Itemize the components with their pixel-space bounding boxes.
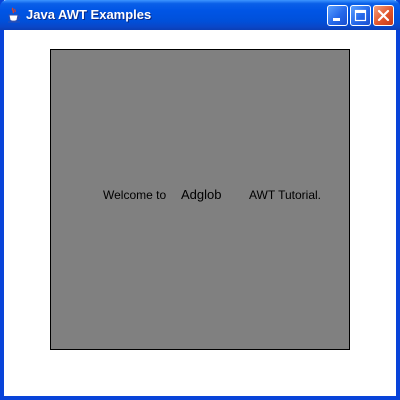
content-panel: Welcome to Adglob AWT Tutorial. [50, 49, 350, 350]
minimize-button[interactable] [327, 5, 348, 26]
brand-label: Adglob [181, 187, 222, 202]
title-bar[interactable]: Java AWT Examples [0, 0, 400, 30]
java-cup-icon[interactable] [6, 7, 22, 23]
window-title: Java AWT Examples [26, 7, 152, 22]
welcome-label: Welcome to [103, 188, 167, 202]
close-button[interactable] [373, 5, 394, 26]
tutorial-label: AWT Tutorial. [249, 188, 322, 202]
app-window: Java AWT Examples Welcome to Adglob AWT … [0, 0, 400, 400]
maximize-button[interactable] [350, 5, 371, 26]
